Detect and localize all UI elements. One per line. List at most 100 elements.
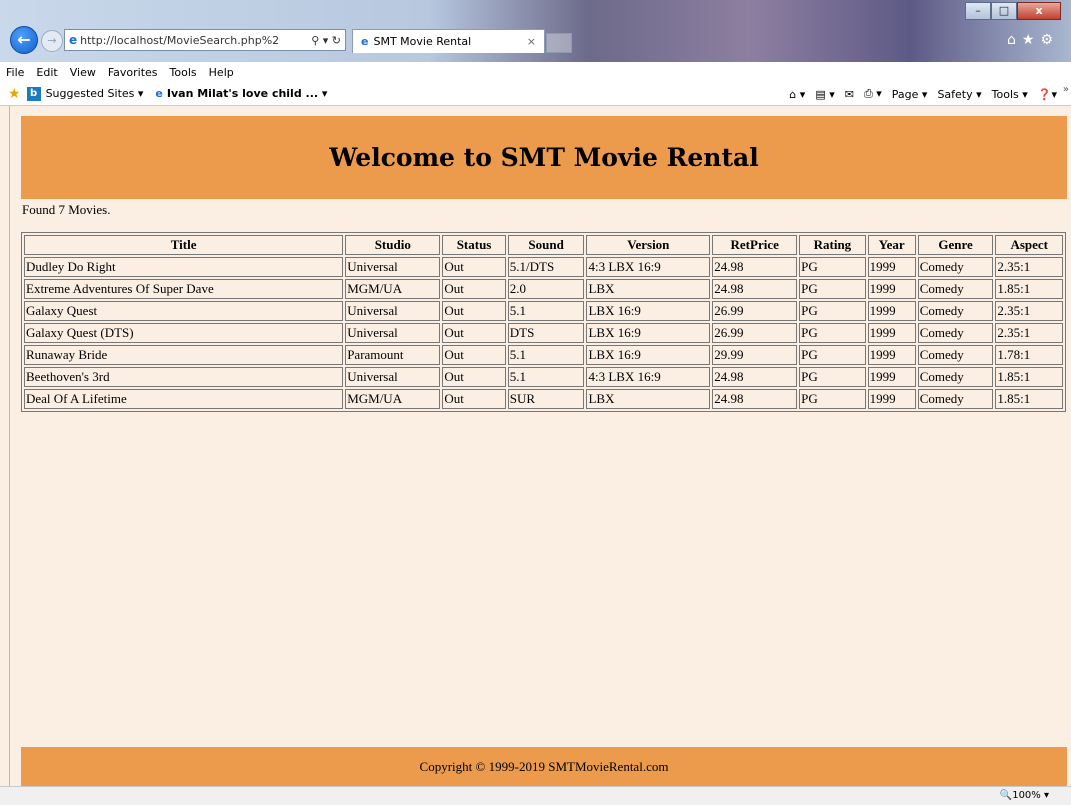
cell-genre: Comedy <box>917 389 994 409</box>
cell-retprice: 24.98 <box>712 257 798 277</box>
address-url[interactable]: http://localhost/MovieSearch.php%20/i <box>80 34 280 47</box>
cell-sound: 5.1 <box>507 301 585 321</box>
safety-menu[interactable]: Safety ▾ <box>937 88 981 101</box>
tab-close-icon[interactable]: × <box>527 35 536 48</box>
left-divider <box>9 106 10 786</box>
menu-edit[interactable]: Edit <box>36 66 57 79</box>
cell-version: 4:3 LBX 16:9 <box>586 367 711 387</box>
command-bar: ⌂ ▾ ▤ ▾ ✉ ⎙ ▾ Page ▾ Safety ▾ Tools ▾ ❓▾ <box>779 82 1057 106</box>
cell-title: Beethoven's 3rd <box>24 367 344 387</box>
home-icon[interactable]: ⌂ ▾ <box>789 88 805 101</box>
cell-sound: 2.0 <box>507 279 585 299</box>
favorite-link-label: Ivan Milat's love child ... ▾ <box>166 87 328 100</box>
help-icon[interactable]: ❓▾ <box>1038 88 1057 101</box>
menu-bar: File Edit View Favorites Tools Help <box>0 62 1071 82</box>
table-row: Galaxy Quest (DTS) Universal Out DTS LBX… <box>24 323 1063 343</box>
new-tab-button[interactable] <box>546 33 572 53</box>
favorite-link[interactable]: e Ivan Milat's love child ... ▾ <box>155 87 327 100</box>
column-header-version: Version <box>586 235 711 255</box>
menu-file[interactable]: File <box>6 66 24 79</box>
cell-genre: Comedy <box>917 345 994 365</box>
back-arrow-icon[interactable]: ← <box>10 26 38 54</box>
menu-tools[interactable]: Tools <box>170 66 197 79</box>
table-row: Beethoven's 3rd Universal Out 5.1 4:3 LB… <box>24 367 1063 387</box>
cell-aspect: 2.35:1 <box>995 301 1063 321</box>
cell-version: 4:3 LBX 16:9 <box>586 257 711 277</box>
cell-studio: Universal <box>345 257 441 277</box>
cell-studio: Universal <box>345 367 441 387</box>
home-favorites-settings-icons[interactable]: ⌂★⚙ <box>1007 32 1059 48</box>
read-mail-icon[interactable]: ✉ <box>845 88 854 101</box>
cell-rating: PG <box>799 279 866 299</box>
add-favorite-star-icon[interactable]: ★ <box>8 86 21 102</box>
column-header-rating: Rating <box>799 235 866 255</box>
column-header-retprice: RetPrice <box>712 235 798 255</box>
cell-retprice: 24.98 <box>712 389 798 409</box>
status-bar: 🔍100% ▾ <box>0 786 1071 805</box>
cell-genre: Comedy <box>917 257 994 277</box>
cell-studio: Universal <box>345 323 441 343</box>
browser-title-bar: ← → e http://localhost/MovieSearch.php%2… <box>0 0 1071 62</box>
cell-status: Out <box>442 257 506 277</box>
menu-help[interactable]: Help <box>209 66 234 79</box>
cell-title: Galaxy Quest (DTS) <box>24 323 344 343</box>
ie-page-icon: e <box>155 87 163 100</box>
feeds-icon[interactable]: ▤ ▾ <box>815 88 834 101</box>
cell-genre: Comedy <box>917 367 994 387</box>
cell-studio: MGM/UA <box>345 389 441 409</box>
suggested-sites-link[interactable]: Suggested Sites ▾ <box>46 87 144 100</box>
table-row: Dudley Do Right Universal Out 5.1/DTS 4:… <box>24 257 1063 277</box>
minimize-icon[interactable]: – <box>965 2 991 20</box>
page-title: Welcome to SMT Movie Rental <box>329 143 759 172</box>
cell-aspect: 1.85:1 <box>995 367 1063 387</box>
column-header-genre: Genre <box>917 235 994 255</box>
cell-retprice: 24.98 <box>712 367 798 387</box>
address-bar[interactable]: e http://localhost/MovieSearch.php%20/i … <box>64 29 346 51</box>
cell-year: 1999 <box>867 257 916 277</box>
cell-sound: 5.1/DTS <box>507 257 585 277</box>
cell-title: Runaway Bride <box>24 345 344 365</box>
cell-title: Dudley Do Right <box>24 257 344 277</box>
cell-year: 1999 <box>867 301 916 321</box>
table-row: Runaway Bride Paramount Out 5.1 LBX 16:9… <box>24 345 1063 365</box>
copyright-text: Copyright © 1999-2019 SMTMovieRental.com <box>419 758 669 774</box>
cell-genre: Comedy <box>917 279 994 299</box>
window-controls: – □ x <box>965 2 1061 20</box>
table-row: Galaxy Quest Universal Out 5.1 LBX 16:9 … <box>24 301 1063 321</box>
chevron-right-icon[interactable]: » <box>1063 84 1069 95</box>
tools-menu[interactable]: Tools ▾ <box>992 88 1028 101</box>
cell-studio: MGM/UA <box>345 279 441 299</box>
favorites-bar: ★ b Suggested Sites ▾ e Ivan Milat's love… <box>0 82 1071 106</box>
cell-rating: PG <box>799 323 866 343</box>
table-row: Extreme Adventures Of Super Dave MGM/UA … <box>24 279 1063 299</box>
cell-rating: PG <box>799 345 866 365</box>
close-window-icon[interactable]: x <box>1017 2 1061 20</box>
column-header-title: Title <box>24 235 344 255</box>
cell-status: Out <box>442 389 506 409</box>
table-header-row: Title Studio Status Sound Version RetPri… <box>24 235 1063 255</box>
cell-title: Deal Of A Lifetime <box>24 389 344 409</box>
zoom-level[interactable]: 🔍100% ▾ <box>1000 790 1049 801</box>
cell-studio: Universal <box>345 301 441 321</box>
menu-view[interactable]: View <box>70 66 96 79</box>
cell-aspect: 2.35:1 <box>995 323 1063 343</box>
cell-year: 1999 <box>867 323 916 343</box>
column-header-sound: Sound <box>507 235 585 255</box>
print-icon[interactable]: ⎙ ▾ <box>864 87 882 101</box>
cell-retprice: 26.99 <box>712 323 798 343</box>
cell-version: LBX 16:9 <box>586 301 711 321</box>
footer-band: Copyright © 1999-2019 SMTMovieRental.com <box>21 747 1067 786</box>
cell-rating: PG <box>799 389 866 409</box>
maximize-icon[interactable]: □ <box>991 2 1017 20</box>
address-controls[interactable]: ⚲ ▾ ↻ <box>311 34 345 47</box>
forward-arrow-icon[interactable]: → <box>41 30 63 52</box>
cell-rating: PG <box>799 367 866 387</box>
page-menu[interactable]: Page ▾ <box>892 88 928 101</box>
cell-version: LBX 16:9 <box>586 323 711 343</box>
menu-favorites[interactable]: Favorites <box>108 66 158 79</box>
tab-smt-movie-rental[interactable]: e SMT Movie Rental × <box>352 29 545 53</box>
movies-table: Title Studio Status Sound Version RetPri… <box>21 232 1066 412</box>
cell-sound: DTS <box>507 323 585 343</box>
cell-aspect: 1.85:1 <box>995 389 1063 409</box>
column-header-status: Status <box>442 235 506 255</box>
